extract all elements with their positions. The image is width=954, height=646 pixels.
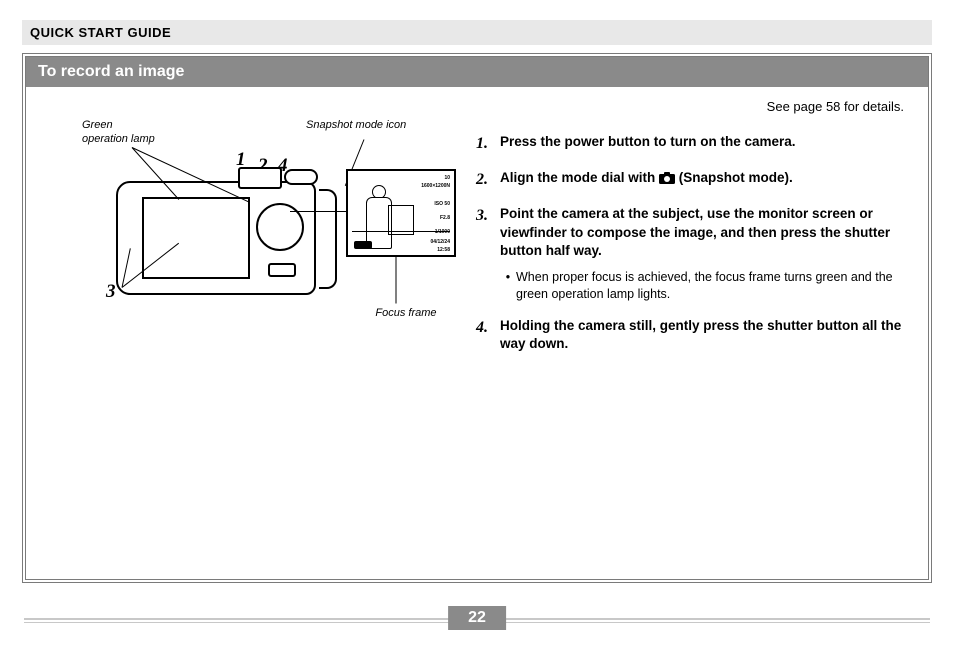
step-sublist: • When proper focus is achieved, the foc… [500, 269, 908, 303]
inset-text: 1/1000 [435, 229, 450, 236]
step-text: Align the mode dial with (Snapshot mode)… [500, 169, 908, 191]
inset-text: 04/12/24 [431, 239, 450, 246]
camera-illustration [116, 163, 331, 303]
step-text: Point the camera at the subject, use the… [500, 206, 890, 258]
callout-3: 3 [106, 281, 116, 303]
leader-line [290, 211, 348, 212]
camera-icon [659, 172, 675, 184]
content-inner: See page 58 for details. Green operation… [26, 87, 928, 567]
step-number: 1. [476, 133, 500, 155]
sub-text: When proper focus is achieved, the focus… [516, 269, 908, 303]
steps-list: 1. Press the power button to turn on the… [476, 133, 908, 354]
step-text-pre: Align the mode dial with [500, 170, 659, 185]
section-header: QUICK START GUIDE [22, 20, 932, 45]
step-text: Press the power button to turn on the ca… [500, 133, 908, 155]
step-number: 4. [476, 317, 500, 354]
page-number: 22 [448, 606, 506, 630]
leader-line [396, 256, 397, 304]
step-3: 3. Point the camera at the subject, use … [476, 205, 908, 303]
camera-viewfinder [238, 167, 282, 189]
section-title: QUICK START GUIDE [30, 25, 171, 40]
camera-screen [142, 197, 250, 279]
manual-page: QUICK START GUIDE To record an image See… [0, 0, 954, 646]
steps-area: 1. Press the power button to turn on the… [476, 133, 908, 368]
inset-text: F2.8 [440, 215, 450, 222]
label-snapshot-icon: Snapshot mode icon [306, 119, 446, 133]
step-text-post: (Snapshot mode). [675, 170, 793, 185]
inset-text: 10 [444, 175, 450, 182]
step-sub-item: • When proper focus is achieved, the foc… [500, 269, 908, 303]
screen-inset: 10 1600×1200N ISO 50 F2.8 1/1000 04/12/2… [346, 169, 456, 257]
bullet-icon: • [500, 269, 516, 303]
content-box: To record an image See page 58 for detai… [22, 53, 932, 583]
columns: Green operation lamp Snapshot mode icon … [46, 133, 908, 368]
inset-mode-chip [354, 241, 372, 249]
label-green-lamp: Green operation lamp [82, 119, 192, 147]
camera-button-group [268, 263, 296, 277]
step-2: 2. Align the mode dial with (Snapshot mo… [476, 169, 908, 191]
topic-bar: To record an image [26, 57, 928, 87]
label-focus-frame: Focus frame [356, 307, 456, 321]
step-number: 3. [476, 205, 500, 303]
step-number: 2. [476, 169, 500, 191]
step-text: Holding the camera still, gently press t… [500, 317, 908, 354]
see-page-note: See page 58 for details. [767, 99, 904, 114]
topic-title: To record an image [38, 63, 184, 80]
step-body: Point the camera at the subject, use the… [500, 205, 908, 303]
step-1: 1. Press the power button to turn on the… [476, 133, 908, 155]
inset-text: 1600×1200N [421, 183, 450, 190]
page-footer: 22 [0, 604, 954, 634]
step-4: 4. Holding the camera still, gently pres… [476, 317, 908, 354]
diagram-area: Green operation lamp Snapshot mode icon … [46, 133, 476, 353]
inset-text: ISO 50 [434, 201, 450, 208]
camera-grip [319, 189, 337, 289]
inset-text: 12:58 [437, 247, 450, 254]
camera-top-dial [284, 169, 318, 185]
